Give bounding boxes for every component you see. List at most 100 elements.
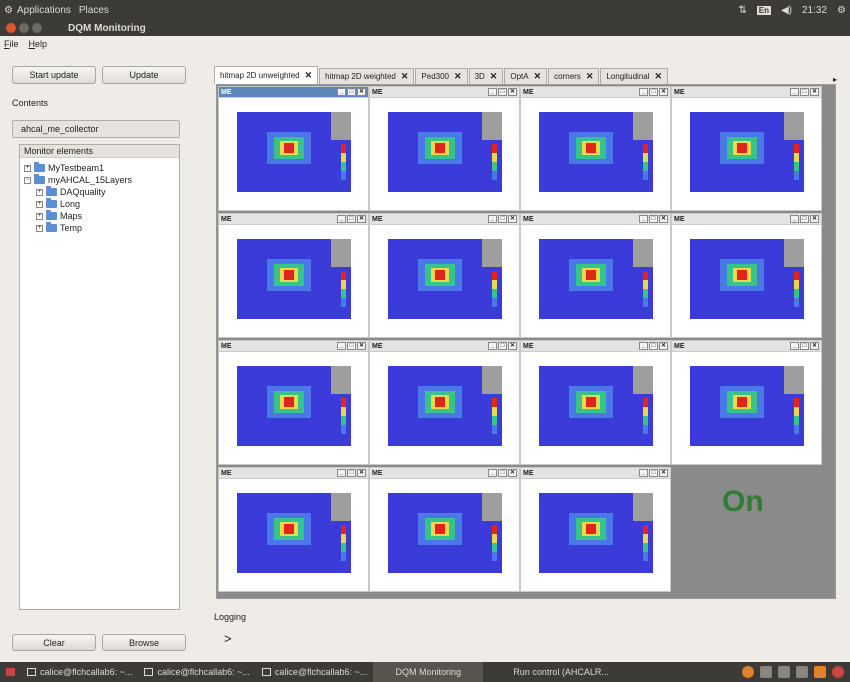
- canvas-close-icon[interactable]: ✕: [810, 215, 819, 223]
- tree-node-mytestbeam1[interactable]: + MyTestbeam1: [24, 162, 104, 173]
- canvas-minimize-icon[interactable]: _: [790, 342, 799, 350]
- canvas-maximize-icon[interactable]: □: [649, 88, 658, 96]
- collector-name-field[interactable]: ahcal_me_collector: [12, 120, 180, 138]
- canvas-maximize-icon[interactable]: □: [347, 88, 356, 96]
- canvas-maximize-icon[interactable]: □: [498, 88, 507, 96]
- tab-ped300[interactable]: Ped300 ✕: [415, 68, 468, 84]
- histogram-canvas[interactable]: ME _ □ ✕: [218, 213, 369, 338]
- tab-close-icon[interactable]: ✕: [534, 71, 542, 82]
- histogram-canvas[interactable]: ME _ □ ✕: [671, 340, 822, 465]
- canvas-close-icon[interactable]: ✕: [357, 88, 366, 96]
- canvas-minimize-icon[interactable]: _: [639, 88, 648, 96]
- canvas-maximize-icon[interactable]: □: [347, 342, 356, 350]
- histogram-canvas[interactable]: ME _ □ ✕: [218, 467, 369, 592]
- tab-close-icon[interactable]: ✕: [305, 70, 313, 81]
- canvas-maximize-icon[interactable]: □: [649, 342, 658, 350]
- canvas-maximize-icon[interactable]: □: [800, 88, 809, 96]
- tab-scroll-right-icon[interactable]: ▸: [833, 75, 837, 84]
- start-update-button[interactable]: Start update: [12, 66, 96, 84]
- canvas-minimize-icon[interactable]: _: [488, 469, 497, 477]
- taskbar-item-terminal-2[interactable]: calice@flchcallab6: ~...: [138, 662, 255, 682]
- canvas-minimize-icon[interactable]: _: [337, 469, 346, 477]
- tree-node-myahcal[interactable]: − myAHCAL_15Layers: [24, 174, 132, 185]
- network-icon[interactable]: ⇅: [738, 5, 746, 16]
- canvas-maximize-icon[interactable]: □: [800, 342, 809, 350]
- expand-plus-icon[interactable]: +: [24, 164, 31, 172]
- file-manager-icon[interactable]: [778, 666, 790, 678]
- settings-gear-icon[interactable]: ⚙: [837, 5, 846, 16]
- canvas-maximize-icon[interactable]: □: [649, 469, 658, 477]
- histogram-canvas[interactable]: ME _ □ ✕: [369, 340, 520, 465]
- tab-close-icon[interactable]: ✕: [401, 71, 409, 82]
- keyboard-layout-indicator[interactable]: En: [756, 5, 771, 15]
- show-desktop-icon[interactable]: [0, 662, 21, 682]
- expand-plus-icon[interactable]: +: [36, 212, 43, 220]
- browse-button[interactable]: Browse: [102, 634, 186, 651]
- tab-corners[interactable]: corners ✕: [548, 68, 600, 84]
- canvas-minimize-icon[interactable]: _: [790, 215, 799, 223]
- tab-longitudinal[interactable]: Longitudinal ✕: [600, 68, 669, 84]
- workspace-active-icon[interactable]: [814, 666, 826, 678]
- menu-help[interactable]: Help: [29, 39, 48, 49]
- tree-node-long[interactable]: + Long: [36, 198, 80, 209]
- taskbar-item-run-control[interactable]: Run control (AHCALR...: [483, 662, 615, 682]
- tab-close-icon[interactable]: ✕: [490, 71, 498, 82]
- canvas-close-icon[interactable]: ✕: [810, 342, 819, 350]
- canvas-close-icon[interactable]: ✕: [357, 342, 366, 350]
- canvas-minimize-icon[interactable]: _: [337, 215, 346, 223]
- update-button[interactable]: Update: [102, 66, 186, 84]
- window-close-button[interactable]: [6, 23, 16, 33]
- canvas-minimize-icon[interactable]: _: [639, 469, 648, 477]
- canvas-minimize-icon[interactable]: _: [488, 88, 497, 96]
- collapse-minus-icon[interactable]: −: [24, 176, 31, 184]
- canvas-close-icon[interactable]: ✕: [659, 342, 668, 350]
- tab-3d[interactable]: 3D ✕: [468, 68, 504, 84]
- canvas-close-icon[interactable]: ✕: [508, 88, 517, 96]
- tab-close-icon[interactable]: ✕: [454, 71, 462, 82]
- applications-menu[interactable]: ⚙ Applications: [4, 5, 71, 16]
- histogram-canvas[interactable]: ME _ □ ✕: [218, 86, 369, 211]
- canvas-maximize-icon[interactable]: □: [649, 215, 658, 223]
- taskbar-item-terminal-3[interactable]: calice@flchcallab6: ~...: [256, 662, 373, 682]
- expand-plus-icon[interactable]: +: [36, 188, 43, 196]
- firefox-icon[interactable]: [742, 666, 754, 678]
- canvas-minimize-icon[interactable]: _: [790, 88, 799, 96]
- tab-close-icon[interactable]: ✕: [655, 71, 663, 82]
- histogram-canvas[interactable]: ME _ □ ✕: [520, 86, 671, 211]
- canvas-maximize-icon[interactable]: □: [498, 215, 507, 223]
- terminal-icon[interactable]: [760, 666, 772, 678]
- canvas-close-icon[interactable]: ✕: [659, 215, 668, 223]
- power-icon[interactable]: [832, 666, 844, 678]
- tab-opta[interactable]: OptA ✕: [504, 68, 548, 84]
- canvas-maximize-icon[interactable]: □: [498, 342, 507, 350]
- histogram-canvas[interactable]: ME _ □ ✕: [369, 467, 520, 592]
- histogram-canvas[interactable]: ME _ □ ✕: [671, 86, 822, 211]
- canvas-close-icon[interactable]: ✕: [810, 88, 819, 96]
- clock[interactable]: 21:32: [802, 5, 827, 16]
- taskbar-item-dqm-monitoring[interactable]: DQM Monitoring: [373, 662, 484, 682]
- histogram-canvas[interactable]: ME _ □ ✕: [520, 213, 671, 338]
- tab-hitmap-2d-unweighted[interactable]: hitmap 2D unweighted ✕: [214, 66, 319, 84]
- canvas-minimize-icon[interactable]: _: [337, 342, 346, 350]
- places-menu[interactable]: Places: [79, 5, 109, 16]
- histogram-canvas[interactable]: ME _ □ ✕: [369, 86, 520, 211]
- tree-node-temp[interactable]: + Temp: [36, 222, 82, 233]
- workspace-switcher-icon[interactable]: [796, 666, 808, 678]
- volume-icon[interactable]: ◀): [781, 5, 792, 16]
- logging-prompt-icon[interactable]: >: [224, 631, 232, 646]
- tab-close-icon[interactable]: ✕: [586, 71, 594, 82]
- clear-button[interactable]: Clear: [12, 634, 96, 651]
- canvas-minimize-icon[interactable]: _: [639, 342, 648, 350]
- canvas-close-icon[interactable]: ✕: [659, 88, 668, 96]
- expand-plus-icon[interactable]: +: [36, 200, 43, 208]
- tab-hitmap-2d-weighted[interactable]: hitmap 2D weighted ✕: [319, 68, 415, 84]
- monitor-elements-tree[interactable]: Monitor elements + MyTestbeam1 − myAHCAL…: [19, 144, 180, 610]
- canvas-minimize-icon[interactable]: _: [488, 342, 497, 350]
- canvas-maximize-icon[interactable]: □: [347, 215, 356, 223]
- expand-plus-icon[interactable]: +: [36, 224, 43, 232]
- canvas-maximize-icon[interactable]: □: [800, 215, 809, 223]
- canvas-minimize-icon[interactable]: _: [488, 215, 497, 223]
- canvas-close-icon[interactable]: ✕: [357, 215, 366, 223]
- canvas-maximize-icon[interactable]: □: [498, 469, 507, 477]
- canvas-close-icon[interactable]: ✕: [508, 469, 517, 477]
